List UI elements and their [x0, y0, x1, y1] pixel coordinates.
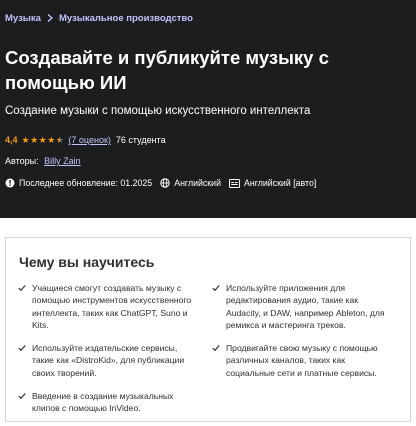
checkmark-icon: [212, 283, 226, 331]
learn-item-text: Продвигайте свою музыку с помощью различ…: [226, 343, 378, 378]
learn-item: Используйте приложения для редактировани…: [212, 282, 394, 331]
alert-badge-icon: [5, 178, 15, 188]
star-icon: ★: [38, 134, 47, 145]
learn-item-text: Используйте приложения для редактировани…: [226, 283, 385, 330]
student-count: 76 студента: [115, 135, 166, 145]
star-icon: ★: [21, 134, 30, 145]
learn-item: Используйте издательские сервисы, такие …: [18, 342, 200, 379]
course-hero: Музыка Музыкальное производство Создавай…: [0, 0, 416, 218]
checkmark-icon: [212, 343, 226, 379]
learn-item: Учащиеся смогут создавать музыку с помощ…: [18, 282, 200, 331]
language: Английский: [160, 178, 221, 188]
learn-item-text: Используйте издательские сервисы, такие …: [32, 343, 185, 378]
checkmark-icon: [18, 391, 32, 415]
author-link[interactable]: Billy Zain: [44, 156, 81, 166]
rating-stars: ★ ★ ★ ★ ★: [21, 134, 65, 145]
learn-item-text: Введение в создание музыкальных клипов с…: [32, 391, 174, 414]
breadcrumb-item-music[interactable]: Музыка: [5, 13, 41, 24]
last-updated: Последнее обновление: 01.2025: [5, 178, 152, 188]
star-icon: ★: [47, 134, 56, 145]
checkmark-icon: [18, 343, 32, 379]
last-updated-text: Последнее обновление: 01.2025: [19, 178, 153, 188]
captions: Английский [авто]: [228, 178, 317, 188]
rating-row: 4,4 ★ ★ ★ ★ ★ (7 оценок) 76 студента: [5, 135, 166, 145]
breadcrumb-item-music-production[interactable]: Музыкальное производство: [59, 13, 193, 24]
language-text: Английский: [174, 178, 221, 188]
course-meta: Последнее обновление: 01.2025 Английский…: [5, 178, 324, 188]
globe-icon: [160, 178, 170, 188]
learn-item: Введение в создание музыкальных клипов с…: [18, 390, 200, 415]
learn-item-text: Учащиеся смогут создавать музыку с помощ…: [32, 283, 192, 330]
rating-value: 4,4: [5, 135, 18, 145]
learn-item: Продвигайте свою музыку с помощью различ…: [212, 342, 394, 379]
authors-label: Авторы:: [5, 156, 39, 166]
learn-title: Чему вы научитесь: [19, 254, 155, 270]
chevron-right-icon: [47, 13, 54, 24]
course-title: Создавайте и публикуйте музыку с помощью…: [5, 47, 329, 93]
what-you-will-learn: Чему вы научитесь Учащиеся смогут создав…: [5, 237, 411, 422]
course-subtitle: Создание музыки с помощью искусственного…: [5, 105, 311, 117]
learn-column-left: Учащиеся смогут создавать музыку с помощ…: [18, 282, 200, 426]
closed-captions-icon: [228, 178, 240, 188]
captions-text: Английский [авто]: [243, 178, 317, 188]
learn-column-right: Используйте приложения для редактировани…: [212, 282, 394, 390]
authors: Авторы: Billy Zain: [5, 156, 81, 166]
breadcrumb: Музыка Музыкальное производство: [5, 13, 193, 24]
star-half-icon: ★: [55, 134, 64, 145]
rating-count-link[interactable]: (7 оценок): [68, 135, 110, 145]
checkmark-icon: [18, 283, 32, 331]
star-icon: ★: [30, 134, 39, 145]
